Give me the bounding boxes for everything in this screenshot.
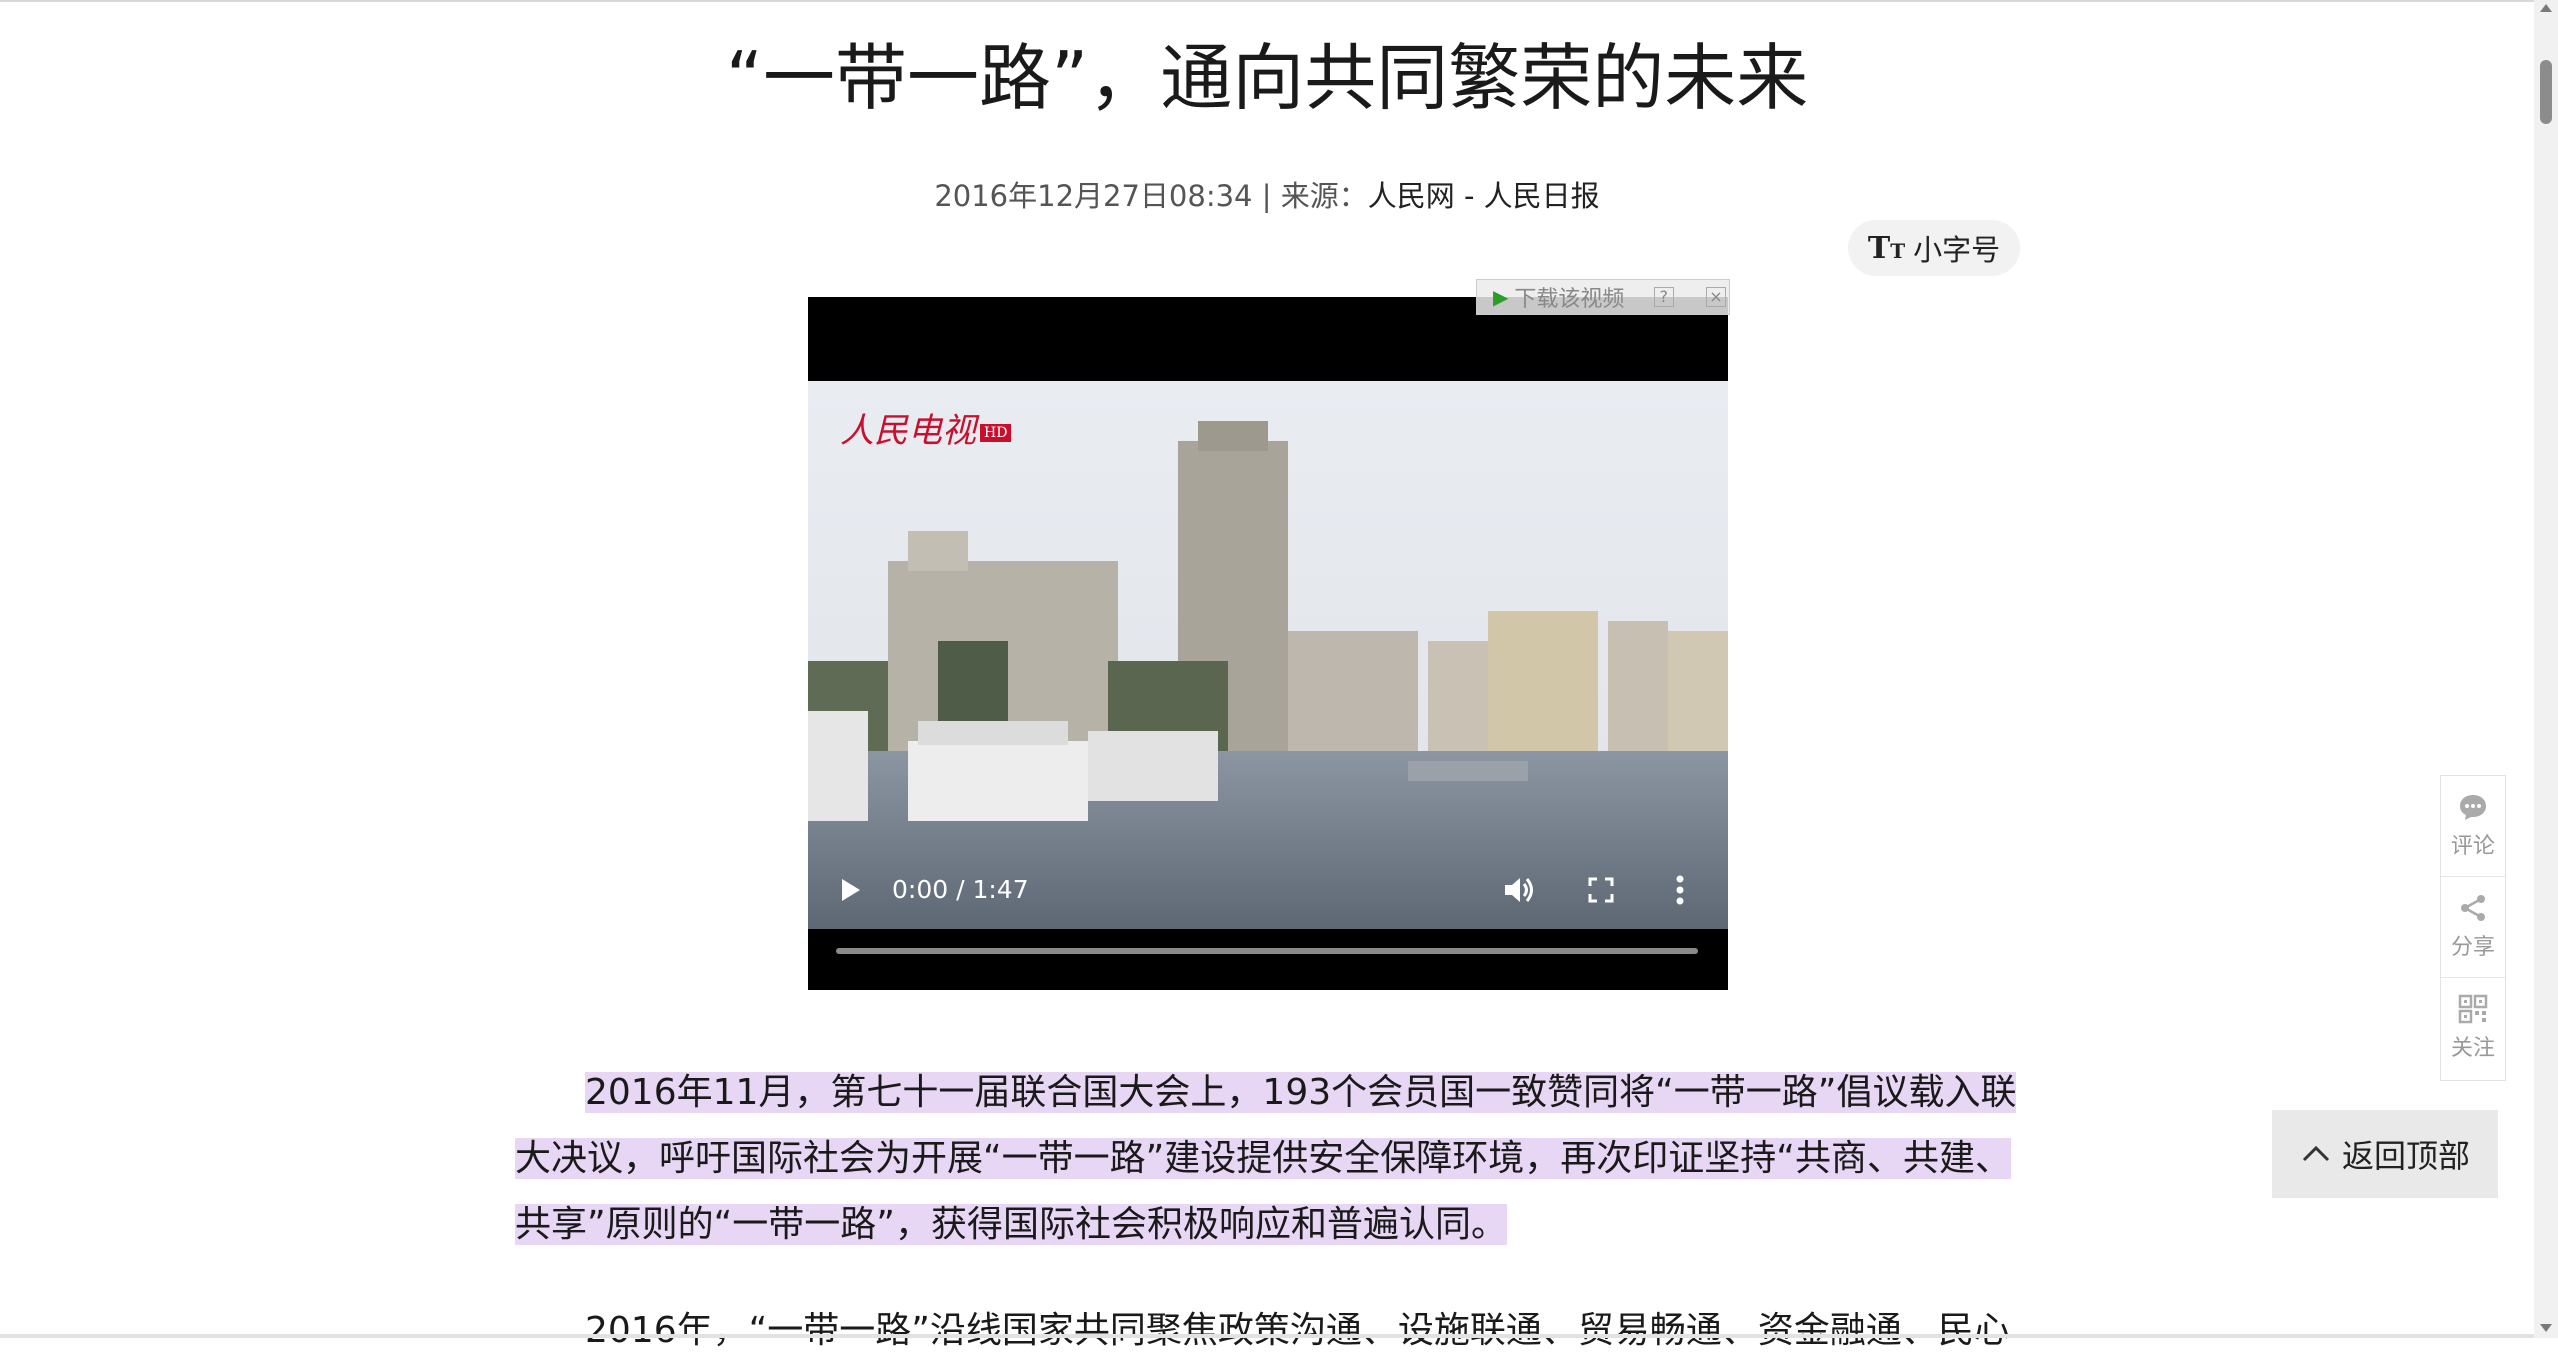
font-size-label: 小字号 [1913, 233, 2001, 267]
follow-label: 关注 [2450, 1036, 2495, 1061]
download-video-label: 下载该视频 [1514, 287, 1625, 312]
share-icon [2461, 895, 2485, 921]
video-progress-bar[interactable] [836, 948, 1698, 954]
highlighted-text: 2016年11月，第七十一届联合国大会上，193个会员国一致赞同将“一带一路”倡… [515, 1072, 2017, 1245]
back-to-top-label: 返回顶部 [2341, 1137, 2470, 1175]
more-options-icon[interactable] [1676, 875, 1684, 905]
channel-logo: 人民电视 HD [840, 403, 1012, 452]
article-meta: 2016年12月27日08:34 | 来源：人民网 - 人民日报 [0, 176, 2534, 216]
share-label: 分享 [2450, 935, 2495, 960]
page-scrollbar[interactable] [2534, 0, 2558, 1338]
bottom-divider [0, 1334, 2534, 1338]
top-divider [0, 0, 2534, 2]
fullscreen-icon[interactable] [1588, 877, 1614, 903]
font-size-toggle-button[interactable]: TT 小字号 [1848, 220, 2020, 276]
download-help-button[interactable]: ? [1653, 287, 1674, 307]
download-play-icon: ▶ [1493, 285, 1509, 309]
source-label: 来源： [1280, 179, 1368, 213]
back-to-top-button[interactable]: 返回顶部 [2272, 1110, 2498, 1198]
play-icon[interactable] [838, 877, 862, 903]
publish-time: 2016年12月27日08:34 [934, 179, 1253, 213]
follow-button[interactable]: 关注 [2441, 978, 2505, 1078]
source-link[interactable]: 人民网 - 人民日报 [1368, 179, 1600, 213]
share-button[interactable]: 分享 [2441, 877, 2505, 978]
article-paragraph: 2016年，“一带一路”沿线国家共同聚焦政策沟通、设施联通、贸易畅通、资金融通、… [515, 1298, 2020, 1364]
video-time: 0:00 / 1:47 [892, 875, 1029, 904]
download-close-button[interactable]: × [1706, 287, 1726, 307]
article-paragraph: 2016年11月，第七十一届联合国大会上，193个会员国一致赞同将“一带一路”倡… [515, 1060, 2020, 1258]
scrollbar-thumb[interactable] [2540, 60, 2552, 124]
qr-code-icon [2458, 994, 2488, 1024]
comment-label: 评论 [2450, 834, 2495, 859]
scroll-down-arrow-icon[interactable] [2540, 1324, 2552, 1332]
comment-button[interactable]: 评论 [2441, 776, 2505, 877]
scroll-up-arrow-icon[interactable] [2540, 4, 2552, 12]
download-video-bar[interactable]: ▶ 下载该视频 ? × [1476, 279, 1730, 315]
article-title: “一带一路”，通向共同繁荣的未来 [725, 36, 1809, 120]
paragraph-text: 2016年，“一带一路”沿线国家共同聚焦政策沟通、设施联通、贸易畅通、资金融通、… [585, 1310, 2010, 1351]
font-size-icon: TT [1867, 230, 1906, 266]
chevron-up-icon [2302, 1145, 2330, 1162]
video-player[interactable]: 人民电视 HD 0:00 / 1:47 [808, 297, 1728, 990]
side-toolbar: 评论 分享 关注 [2440, 775, 2506, 1081]
comment-icon [2460, 795, 2486, 820]
video-frame [808, 381, 1728, 929]
meta-separator: | [1252, 179, 1281, 213]
volume-icon[interactable] [1502, 875, 1536, 905]
